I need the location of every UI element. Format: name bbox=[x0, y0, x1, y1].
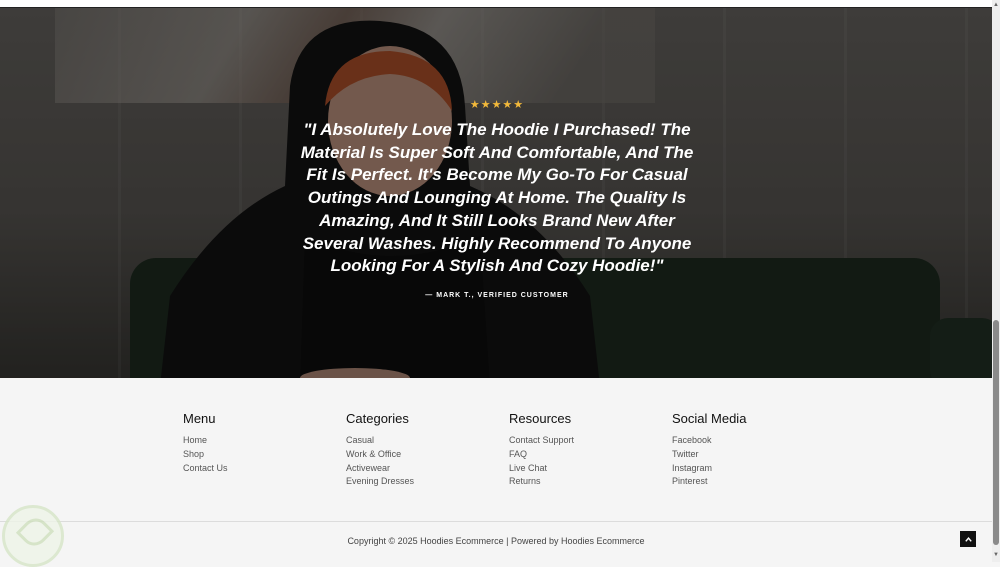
scrollbar-thumb[interactable] bbox=[993, 320, 999, 545]
footer-link-facebook[interactable]: Facebook bbox=[672, 434, 746, 448]
scroll-down-arrow-icon[interactable]: ▼ bbox=[993, 552, 999, 558]
footer-link-live-chat[interactable]: Live Chat bbox=[509, 462, 574, 476]
testimonial-author: — Mark T., Verified Customer bbox=[425, 291, 569, 299]
scroll-to-top-button[interactable] bbox=[960, 531, 976, 547]
footer-link-work-office[interactable]: Work & Office bbox=[346, 448, 414, 462]
footer-column-categories: Categories Casual Work & Office Activewe… bbox=[346, 411, 414, 489]
copyright-text: Copyright © 2025 Hoodies Ecommerce | Pow… bbox=[347, 536, 645, 546]
footer-column-resources: Resources Contact Support FAQ Live Chat … bbox=[509, 411, 574, 489]
footer-link-twitter[interactable]: Twitter bbox=[672, 448, 746, 462]
footer-link-home[interactable]: Home bbox=[183, 434, 228, 448]
footer-link-returns[interactable]: Returns bbox=[509, 475, 574, 489]
footer-link-evening-dresses[interactable]: Evening Dresses bbox=[346, 475, 414, 489]
footer-column-menu: Menu Home Shop Contact Us bbox=[183, 411, 228, 475]
testimonial-hero: ★★★★★ "I Absolutely Love The Hoodie I Pu… bbox=[0, 8, 992, 378]
footer-link-contact-us[interactable]: Contact Us bbox=[183, 462, 228, 476]
leaf-icon bbox=[15, 512, 55, 552]
page-scrollbar[interactable]: ▲ ▼ bbox=[992, 0, 1000, 562]
footer-link-pinterest[interactable]: Pinterest bbox=[672, 475, 746, 489]
footer-link-contact-support[interactable]: Contact Support bbox=[509, 434, 574, 448]
top-bar bbox=[0, 0, 992, 8]
footer-column-title: Menu bbox=[183, 411, 216, 426]
testimonial-quote: "I Absolutely Love The Hoodie I Purchase… bbox=[300, 120, 694, 276]
footer-link-casual[interactable]: Casual bbox=[346, 434, 414, 448]
site-footer: Menu Home Shop Contact Us Categories Cas… bbox=[0, 378, 992, 562]
footer-link-instagram[interactable]: Instagram bbox=[672, 462, 746, 476]
footer-link-shop[interactable]: Shop bbox=[183, 448, 228, 462]
footer-column-title: Resources bbox=[509, 411, 572, 426]
footer-link-faq[interactable]: FAQ bbox=[509, 448, 574, 462]
footer-column-title: Social Media bbox=[672, 411, 747, 426]
footer-column-title: Categories bbox=[346, 411, 409, 426]
chevron-up-icon bbox=[964, 537, 972, 542]
footer-divider bbox=[0, 521, 992, 522]
watermark-logo bbox=[2, 505, 64, 567]
footer-column-social-media: Social Media Facebook Twitter Instagram … bbox=[672, 411, 746, 489]
testimonial: ★★★★★ "I Absolutely Love The Hoodie I Pu… bbox=[290, 98, 704, 299]
rating-stars-icon: ★★★★★ bbox=[469, 99, 525, 111]
footer-link-activewear[interactable]: Activewear bbox=[346, 462, 414, 476]
scroll-up-arrow-icon[interactable]: ▲ bbox=[993, 2, 999, 8]
